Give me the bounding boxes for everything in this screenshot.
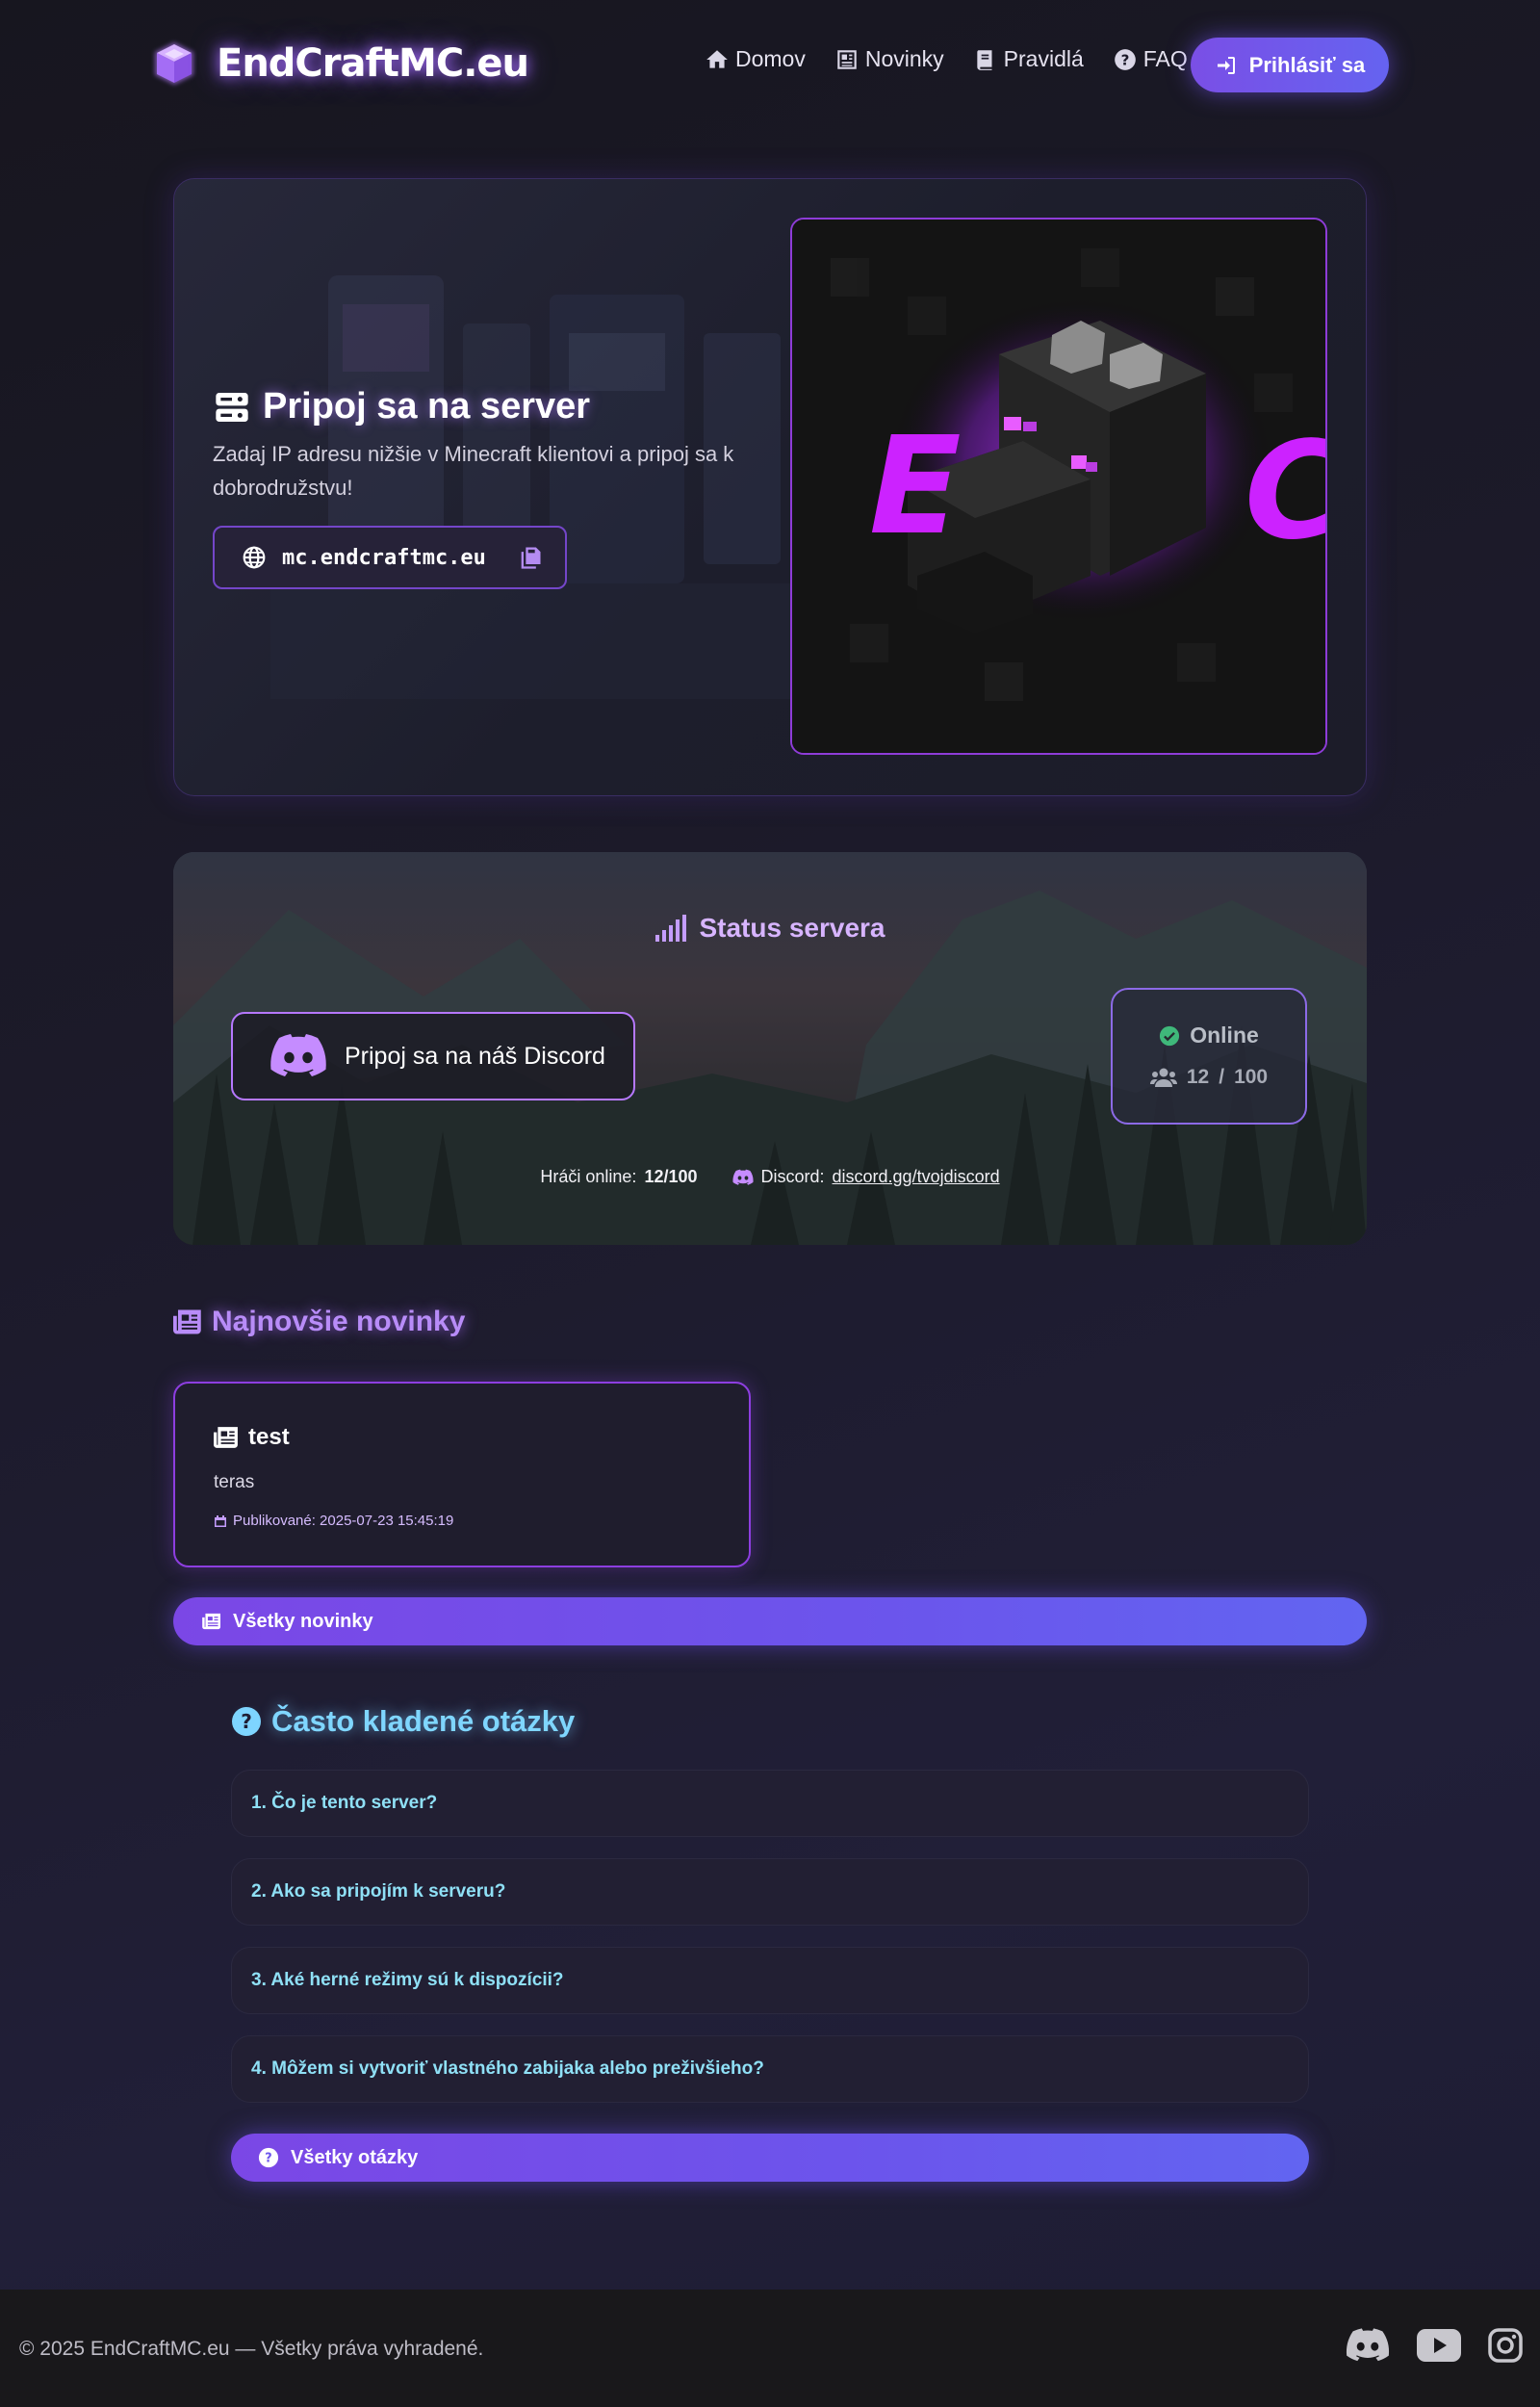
players-max: 100 <box>1234 1066 1269 1088</box>
nav-item-label: Pravidlá <box>1003 46 1084 71</box>
status-heading: Status servera <box>173 913 1367 944</box>
signal-icon <box>655 915 687 942</box>
server-online-status: Online 12 / 100 <box>1111 988 1307 1125</box>
status-footer: Hráči online: 12/100 Discord: discord.gg… <box>173 1167 1367 1187</box>
nav-item-faq[interactable]: ? FAQ <box>1113 46 1188 72</box>
all-faq-label: Všetky otázky <box>291 2146 419 2168</box>
discord-icon <box>270 1034 326 1076</box>
hero-title: Pripoj sa na server <box>263 386 591 427</box>
news-item-title: test <box>248 1424 290 1450</box>
all-news-label: Všetky novinky <box>233 1610 373 1632</box>
globe-icon <box>243 546 266 569</box>
nav-item-domov[interactable]: Domov <box>705 46 806 72</box>
all-faq-button[interactable]: ? Všetky otázky <box>231 2134 1309 2182</box>
news-title: Najnovšie novinky <box>212 1306 466 1337</box>
faq-question-text: 4. Môžem si vytvoriť vlastného zabijaka … <box>251 2058 764 2079</box>
book-icon <box>976 49 992 70</box>
players-current: 12 <box>1186 1066 1210 1088</box>
online-indicator: Online <box>1113 1022 1305 1048</box>
logo-letter-c: C <box>1245 413 1327 570</box>
sign-in-icon <box>1217 56 1235 74</box>
home-icon <box>706 49 728 68</box>
nav-links: Domov Novinky Pravidlá ? FAQ <box>705 46 1188 72</box>
hero-connect-section: Pripoj sa na server Zadaj IP adresu nižš… <box>173 178 1367 796</box>
newspaper-icon <box>173 1309 201 1334</box>
players-online-label: Hráči online: <box>540 1167 637 1186</box>
nav-item-pravidla[interactable]: Pravidlá <box>973 46 1084 72</box>
server-ip-box[interactable]: mc.endcraftmc.eu <box>213 526 567 589</box>
brand[interactable]: EndCraftMC.eu <box>149 39 529 89</box>
calendar-icon <box>215 1514 226 1527</box>
nav-item-novinky[interactable]: Novinky <box>834 46 944 72</box>
svg-text:?: ? <box>1120 51 1129 68</box>
nav-item-label: FAQ <box>1142 46 1188 71</box>
brand-name: EndCraftMC.eu <box>217 41 529 86</box>
news-item-text: teras <box>214 1472 255 1492</box>
top-navigation: EndCraftMC.eu Domov Novinky Pravidlá ? F… <box>0 0 1540 135</box>
nav-item-label: Domov <box>735 46 806 71</box>
players-separator: / <box>1219 1066 1225 1088</box>
server-status-section: Status servera Pripoj sa na náš Discord … <box>173 852 1367 1245</box>
faq-question-text: 3. Aké herné režimy sú k dispozícii? <box>251 1970 564 1990</box>
question-circle-icon: ? <box>258 2147 279 2168</box>
copy-ip-button[interactable] <box>517 544 544 571</box>
server-logo-image: E C <box>790 218 1327 755</box>
all-news-button[interactable]: Všetky novinky <box>173 1597 1367 1645</box>
logo-letter-e: E <box>869 408 962 565</box>
news-date-text: Publikované: 2025-07-23 15:45:19 <box>233 1513 454 1529</box>
newspaper-icon <box>214 1427 238 1448</box>
faq-question-text: 1. Čo je tento server? <box>251 1793 438 1813</box>
server-icon <box>216 392 248 422</box>
faq-title: Často kladené otázky <box>271 1704 576 1738</box>
question-circle-icon: ? <box>232 1707 261 1736</box>
news-card[interactable]: test teras Publikované: 2025-07-23 15:45… <box>173 1382 751 1567</box>
newspaper-icon <box>837 49 857 69</box>
players-online-value: 12/100 <box>644 1167 698 1186</box>
svg-text:?: ? <box>265 2152 271 2166</box>
copyright-text: © 2025 EndCraftMC.eu — Všetky práva vyhr… <box>19 2338 484 2360</box>
login-label: Prihlásiť sa <box>1248 52 1366 77</box>
server-ip: mc.endcraftmc.eu <box>282 545 486 570</box>
discord-small-icon <box>732 1169 754 1185</box>
hero-text: Pripoj sa na server Zadaj IP adresu nižš… <box>213 386 752 589</box>
player-count: 12 / 100 <box>1113 1066 1305 1089</box>
online-label: Online <box>1190 1022 1259 1048</box>
faq-question[interactable]: 3. Aké herné režimy sú k dispozícii? <box>231 1947 1309 2014</box>
news-heading: Najnovšie novinky <box>173 1306 465 1338</box>
newspaper-icon <box>202 1613 220 1630</box>
discord-icon[interactable] <box>1346 2328 1390 2363</box>
faq-question[interactable]: 4. Môžem si vytvoriť vlastného zabijaka … <box>231 2035 1309 2103</box>
discord-button-label: Pripoj sa na náš Discord <box>345 1042 605 1070</box>
hero-description: Zadaj IP adresu nižšie v Minecraft klien… <box>213 442 734 500</box>
social-links <box>1346 2328 1523 2363</box>
discord-invite-link[interactable]: discord.gg/tvojdiscord <box>833 1167 1000 1187</box>
youtube-icon[interactable] <box>1417 2329 1461 2362</box>
instagram-icon[interactable] <box>1488 2328 1523 2363</box>
login-button[interactable]: Prihlásiť sa <box>1191 38 1389 92</box>
faq-heading: ? Často kladené otázky <box>231 1704 575 1739</box>
page-footer: © 2025 EndCraftMC.eu — Všetky práva vyhr… <box>0 2290 1540 2407</box>
ender-dragon-logo: E C <box>792 220 1327 753</box>
copy-icon <box>521 547 541 569</box>
news-item-date: Publikované: 2025-07-23 15:45:19 <box>214 1513 710 1529</box>
faq-question[interactable]: 2. Ako sa pripojím k serveru? <box>231 1858 1309 1926</box>
discord-join-button[interactable]: Pripoj sa na náš Discord <box>231 1012 635 1100</box>
question-circle-icon: ? <box>1114 48 1136 70</box>
news-card-heading: test <box>214 1424 710 1451</box>
svg-text:?: ? <box>241 1710 252 1733</box>
cube-icon <box>155 42 193 85</box>
nav-item-label: Novinky <box>864 46 944 71</box>
status-title: Status servera <box>699 913 886 943</box>
users-icon <box>1149 1068 1177 1087</box>
faq-question-text: 2. Ako sa pripojím k serveru? <box>251 1881 506 1902</box>
faq-question[interactable]: 1. Čo je tento server? <box>231 1770 1309 1837</box>
discord-label: Discord: <box>760 1167 825 1186</box>
hero-heading: Pripoj sa na server <box>213 386 752 427</box>
check-circle-icon <box>1160 1025 1180 1046</box>
